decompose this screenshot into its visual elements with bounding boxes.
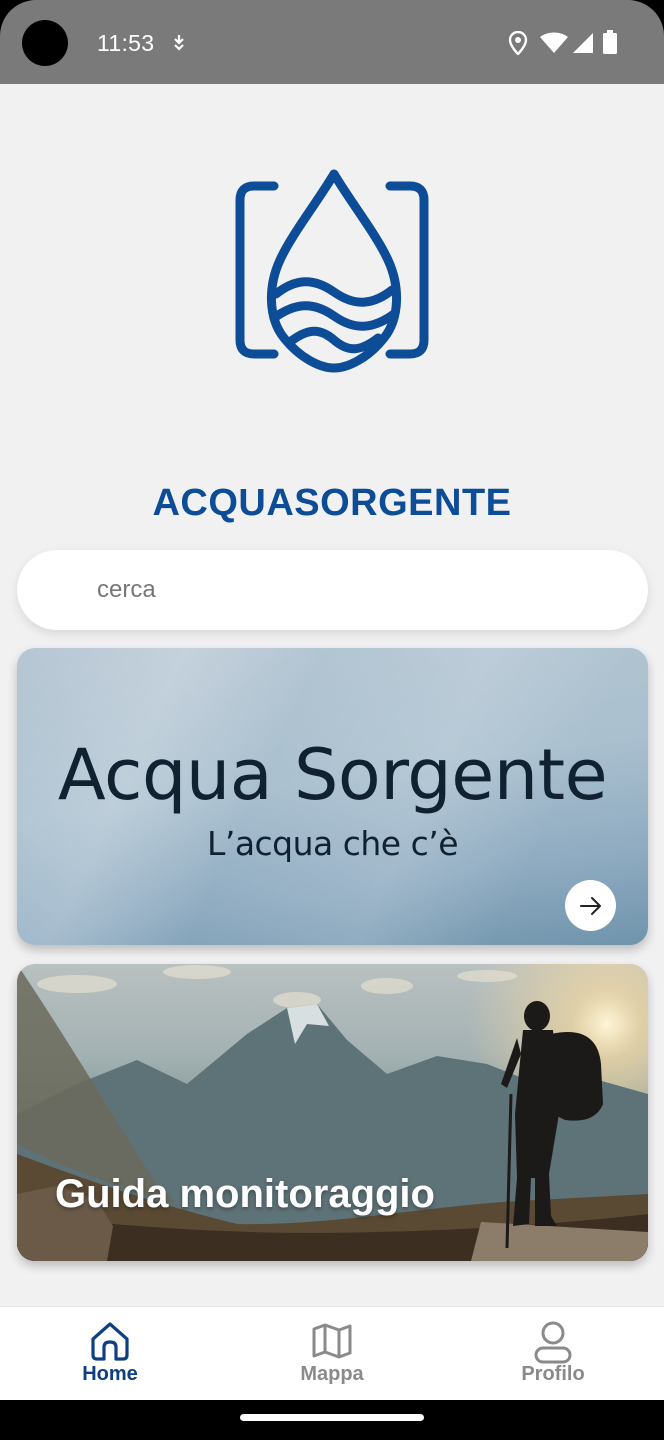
location-icon [508, 31, 528, 55]
profile-icon [534, 1321, 572, 1364]
search-bar[interactable] [17, 550, 648, 630]
status-bar: 11:53 [0, 0, 664, 84]
map-icon [312, 1323, 352, 1359]
banner-arrow-button[interactable] [565, 880, 616, 931]
app-screen: ACQUASORGENTE Acqua Sorgente L’acqua che… [0, 84, 664, 1400]
arrow-right-icon [579, 896, 601, 915]
nav-item-map[interactable]: Mappa [252, 1307, 412, 1401]
bottom-navigation: Home Mappa Profilo [0, 1306, 664, 1400]
banner-subtitle: L’acqua che c’è [206, 824, 459, 863]
nav-item-profile[interactable]: Profilo [473, 1307, 633, 1401]
app-title: ACQUASORGENTE [152, 482, 512, 524]
download-icon [174, 35, 184, 51]
nav-label-profile: Profilo [521, 1363, 585, 1385]
water-drop-camera-logo [235, 169, 429, 373]
nav-label-map: Mappa [300, 1363, 364, 1385]
camera-cutout [22, 20, 68, 66]
gesture-navigation-bar[interactable] [240, 1414, 424, 1421]
search-input[interactable] [97, 550, 617, 630]
nav-label-home: Home [82, 1363, 138, 1385]
signal-icon [573, 33, 593, 53]
banner-title: Acqua Sorgente [57, 734, 608, 816]
acqua-sorgente-banner-card[interactable]: Acqua Sorgente L’acqua che c’è [17, 648, 648, 945]
guida-monitoraggio-title: Guida monitoraggio [55, 1172, 435, 1216]
home-icon [91, 1322, 129, 1361]
guida-monitoraggio-card[interactable]: Guida monitoraggio [17, 964, 648, 1261]
wifi-icon [540, 32, 568, 53]
battery-icon [603, 30, 617, 54]
nav-item-home[interactable]: Home [30, 1307, 190, 1401]
status-time: 11:53 [97, 30, 155, 56]
